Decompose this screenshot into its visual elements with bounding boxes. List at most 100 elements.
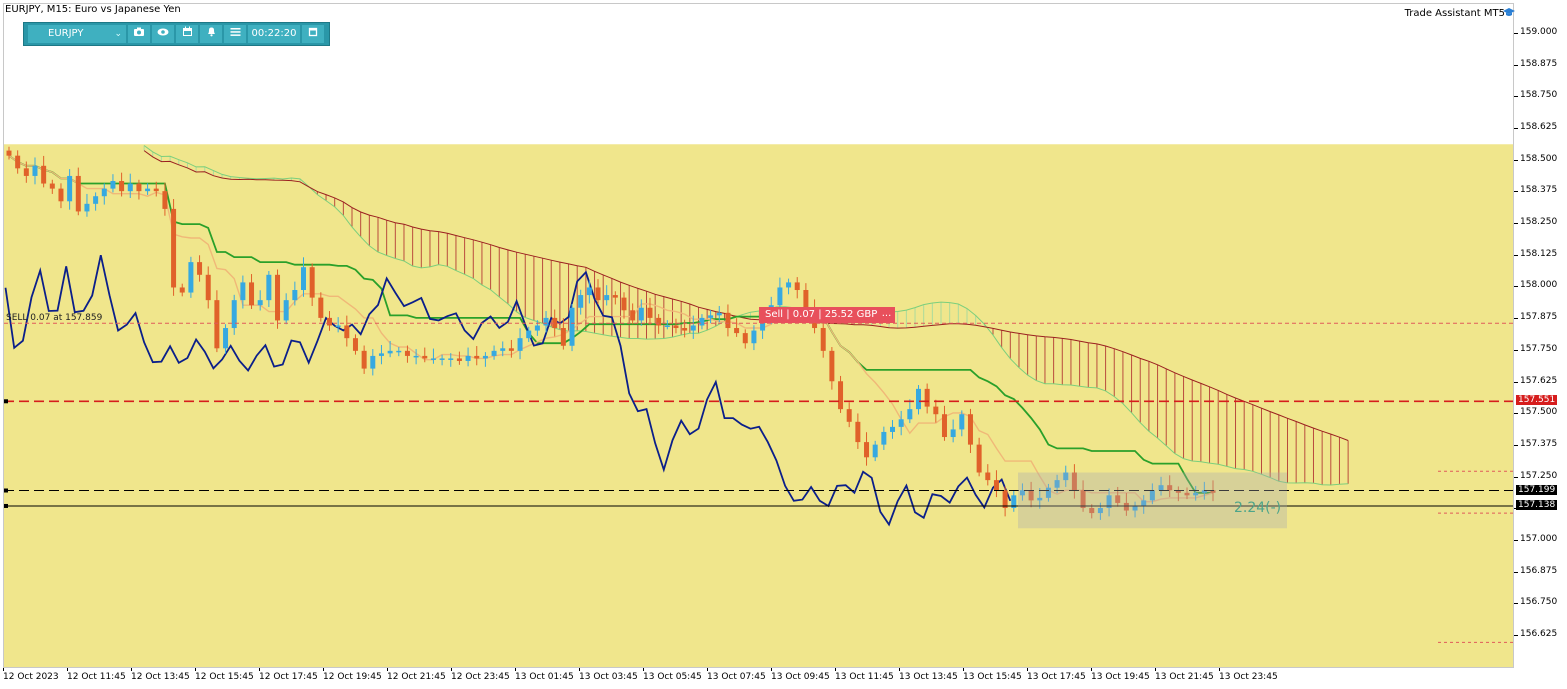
candle-body — [257, 300, 263, 306]
position-label[interactable]: SELL 0.07 at 157.859 — [6, 313, 102, 323]
candle-body — [93, 196, 99, 204]
price-tick-label: 158.250 — [1520, 217, 1558, 228]
candle-body — [907, 409, 913, 420]
candle-body — [491, 350, 497, 356]
trade-assistant-label[interactable]: Trade Assistant MT5 — [1405, 8, 1505, 19]
line-marker — [4, 399, 8, 404]
time-tick — [451, 668, 452, 671]
candle-body — [482, 355, 488, 359]
candle-body — [240, 282, 246, 301]
time-tick — [1155, 668, 1156, 671]
price-tag: 157.199 — [1516, 484, 1558, 495]
price-tick-label: 156.875 — [1520, 565, 1558, 576]
candle-body — [179, 287, 185, 293]
candle-body — [162, 191, 168, 209]
candle-body — [508, 348, 514, 351]
candle-body — [67, 175, 73, 202]
candle-body — [15, 155, 21, 169]
candle-body — [387, 350, 393, 354]
calendar-icon[interactable] — [176, 25, 198, 43]
candle-body — [188, 262, 194, 293]
chart-area[interactable] — [3, 3, 1514, 668]
candle-body — [361, 350, 367, 369]
candle-body — [430, 358, 436, 360]
price-tick — [1514, 381, 1518, 383]
candle-body — [404, 350, 410, 356]
price-tick-label: 157.375 — [1520, 438, 1558, 449]
price-tick — [1514, 191, 1518, 193]
sell-order-label[interactable]: Sell | 0.07 | 25.52 GBP — [759, 307, 884, 323]
candle-body — [846, 409, 852, 422]
price-tick — [1514, 349, 1518, 351]
candle-body — [249, 282, 255, 306]
candle-body — [664, 325, 670, 327]
camera-icon[interactable] — [128, 25, 150, 43]
candle-body — [699, 317, 705, 326]
price-tag: 157.551 — [1516, 395, 1558, 406]
candle-body — [283, 300, 289, 321]
price-tick — [1514, 159, 1518, 161]
time-tick — [1091, 668, 1092, 671]
order-more-button[interactable]: ... — [878, 307, 895, 323]
candle-body — [474, 355, 480, 359]
eye-icon[interactable] — [152, 25, 174, 43]
bell-icon[interactable] — [200, 25, 222, 43]
time-tick-label: 12 Oct 11:45 — [67, 672, 126, 682]
window-icon[interactable] — [302, 25, 324, 43]
graduation-cap-icon[interactable] — [1503, 7, 1515, 19]
candle-body — [898, 419, 904, 427]
time-tick-label: 12 Oct 21:45 — [387, 672, 446, 682]
line-marker — [4, 488, 8, 493]
time-tick — [963, 668, 964, 671]
candle-body — [301, 267, 307, 291]
candle-body — [725, 312, 731, 329]
candle-body — [976, 444, 982, 473]
time-tick-label: 13 Oct 09:45 — [771, 672, 830, 682]
candle-body — [742, 333, 748, 344]
candle-body — [985, 472, 991, 481]
candle-body — [326, 317, 332, 326]
price-tick — [1514, 476, 1518, 478]
candle-body — [690, 325, 696, 331]
candle-body — [119, 181, 125, 192]
time-tick — [387, 668, 388, 671]
price-tick-label: 159.000 — [1520, 27, 1558, 37]
price-chart[interactable] — [4, 4, 1514, 668]
time-tick — [579, 668, 580, 671]
price-tick — [1514, 539, 1518, 541]
time-tick — [1027, 668, 1028, 671]
candle-body — [682, 328, 688, 331]
candle-body — [820, 328, 826, 351]
price-tick — [1514, 444, 1518, 446]
candle-body — [941, 414, 947, 438]
time-tick-label: 12 Oct 19:45 — [323, 672, 382, 682]
candle-body — [881, 431, 887, 445]
symbol-select[interactable]: EURJPY ⌄ — [28, 25, 126, 43]
candle-body — [517, 338, 523, 351]
time-tick-label: 12 Oct 23:45 — [451, 672, 510, 682]
price-tick — [1514, 318, 1518, 320]
price-tick-label: 158.750 — [1520, 90, 1558, 101]
price-tick — [1514, 96, 1518, 98]
candle-body — [933, 406, 939, 415]
menu-icon[interactable] — [224, 25, 246, 43]
candle-body — [136, 183, 142, 192]
candle-body — [275, 274, 281, 321]
candle-body — [127, 183, 133, 192]
candle-body — [967, 414, 973, 445]
time-tick — [515, 668, 516, 671]
time-tick — [259, 668, 260, 671]
candle-body — [604, 295, 610, 301]
price-tick — [1514, 254, 1518, 256]
candle-body — [621, 297, 627, 311]
time-tick-label: 13 Oct 15:45 — [963, 672, 1022, 682]
time-tick-label: 13 Oct 17:45 — [1027, 672, 1086, 682]
time-tick — [3, 668, 4, 671]
candle-body — [448, 358, 454, 360]
candle-body — [309, 267, 315, 298]
candle-body — [344, 325, 350, 339]
candle-body — [413, 355, 419, 358]
symbol-title: EURJPY, M15: Euro vs Japanese Yen — [5, 4, 181, 15]
time-tick-label: 13 Oct 07:45 — [707, 672, 766, 682]
candle-body — [543, 317, 549, 326]
